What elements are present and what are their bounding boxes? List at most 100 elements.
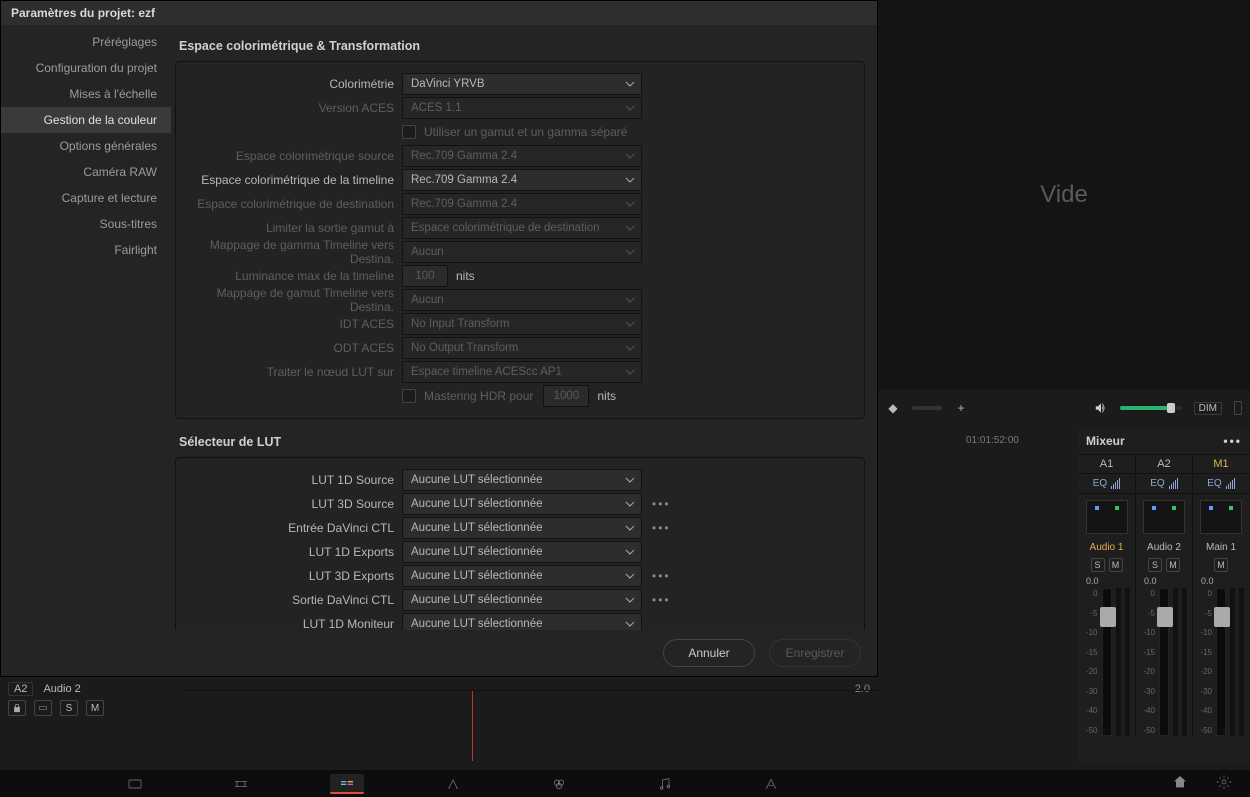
dropdown-l3dexp[interactable]: Aucune LUT sélectionnée xyxy=(402,565,642,587)
meter-toggle[interactable] xyxy=(1234,401,1242,415)
eq-button[interactable]: EQ xyxy=(1136,474,1192,494)
dropdown-outctl[interactable]: Aucune LUT sélectionnée xyxy=(402,589,642,611)
page-media-icon[interactable] xyxy=(118,774,152,794)
nav-item-color-management[interactable]: Gestion de la couleur xyxy=(1,107,171,133)
eq-button[interactable]: EQ xyxy=(1078,474,1135,494)
chevron-down-icon xyxy=(625,295,635,305)
mixer-col-header[interactable]: A2 xyxy=(1136,454,1192,474)
chevron-down-icon xyxy=(625,619,635,629)
chevron-down-icon xyxy=(625,151,635,161)
chevron-down-icon xyxy=(625,223,635,233)
mute-button[interactable]: M xyxy=(1166,558,1180,572)
dropdown-colorimetrie[interactable]: DaVinci YRVB xyxy=(402,73,642,95)
chevron-down-icon xyxy=(625,571,635,581)
pan-control[interactable] xyxy=(1200,500,1242,534)
nav-item-scaling[interactable]: Mises à l'échelle xyxy=(1,81,171,107)
chevron-down-icon xyxy=(625,343,635,353)
nav-item-camera-raw[interactable]: Caméra RAW xyxy=(1,159,171,185)
settings-icon[interactable] xyxy=(1216,774,1232,793)
zoom-slider[interactable] xyxy=(912,406,942,410)
link-icon[interactable] xyxy=(34,700,52,716)
page-deliver-icon[interactable] xyxy=(754,774,788,794)
dropdown-limit-gamut: Espace colorimétrique de destination xyxy=(402,217,642,239)
mixer-options-icon[interactable]: ••• xyxy=(1223,434,1242,448)
viewer-empty-label: Vide xyxy=(1040,181,1088,209)
mixer-title: Mixeur xyxy=(1086,434,1125,448)
cancel-button[interactable]: Annuler xyxy=(663,639,755,667)
track-tag[interactable]: A2 xyxy=(8,682,33,696)
dropdown-l1dsrc[interactable]: Aucune LUT sélectionnée xyxy=(402,469,642,491)
label-outctl: Sortie DaVinci CTL xyxy=(184,593,402,607)
nav-item-subtitles[interactable]: Sous-titres xyxy=(1,211,171,237)
dropdown-gamut-map: Aucun xyxy=(402,289,642,311)
solo-button[interactable]: S xyxy=(1091,558,1105,572)
solo-button[interactable]: S xyxy=(60,700,78,716)
fader[interactable]: 0-5-10-15-20-30-40-50 xyxy=(1198,588,1244,736)
eq-button[interactable]: EQ xyxy=(1193,474,1249,494)
fader[interactable]: 0-5-10-15-20-30-40-50 xyxy=(1141,588,1187,736)
mute-button[interactable]: M xyxy=(1214,558,1228,572)
add-icon[interactable]: + xyxy=(954,401,968,415)
label-separate-gamut: Utiliser un gamut et un gamma séparé xyxy=(424,125,627,139)
more-l3dexp-icon[interactable]: ••• xyxy=(652,569,671,583)
mixer-panel: Mixeur ••• A1EQAudio 1SM0.00-5-10-15-20-… xyxy=(1078,428,1250,764)
nav-item-presets[interactable]: Préréglages xyxy=(1,29,171,55)
dialog-footer: Annuler Enregistrer xyxy=(1,630,877,676)
more-inctl-icon[interactable]: ••• xyxy=(652,521,671,535)
gain-value: 0.0 xyxy=(1086,576,1099,586)
page-fairlight-icon[interactable] xyxy=(648,774,682,794)
nav-item-capture-playback[interactable]: Capture et lecture xyxy=(1,185,171,211)
section-colorspace-title: Espace colorimétrique & Transformation xyxy=(175,33,865,61)
marker-icon[interactable]: ◆ xyxy=(886,401,900,415)
dropdown-l1dmon[interactable]: Aucune LUT sélectionnée xyxy=(402,613,642,630)
mixer-col-header[interactable]: A1 xyxy=(1078,454,1135,474)
save-button: Enregistrer xyxy=(769,639,861,667)
more-l3dsrc-icon[interactable]: ••• xyxy=(652,497,671,511)
page-edit-icon[interactable] xyxy=(330,774,364,794)
pan-control[interactable] xyxy=(1143,500,1185,534)
chevron-down-icon xyxy=(625,319,635,329)
pan-control[interactable] xyxy=(1086,500,1128,534)
section-lut-title: Sélecteur de LUT xyxy=(175,429,865,457)
panel-lut: LUT 1D SourceAucune LUT sélectionnéeLUT … xyxy=(175,457,865,630)
volume-slider[interactable] xyxy=(1120,406,1182,410)
dialog-title: Paramètres du projet: ezf xyxy=(1,1,877,25)
input-mastering-hdr: 1000 xyxy=(543,385,589,407)
nav-item-fairlight[interactable]: Fairlight xyxy=(1,237,171,263)
chevron-down-icon xyxy=(625,475,635,485)
label-l3dsrc: LUT 3D Source xyxy=(184,497,402,511)
label-luminance-max: Luminance max de la timeline xyxy=(184,269,402,283)
dialog-nav: Préréglages Configuration du projet Mise… xyxy=(1,25,171,630)
page-color-icon[interactable] xyxy=(542,774,576,794)
dropdown-src-space: Rec.709 Gamma 2.4 xyxy=(402,145,642,167)
chevron-down-icon xyxy=(625,499,635,509)
dropdown-inctl[interactable]: Aucune LUT sélectionnée xyxy=(402,517,642,539)
dialog-content: Espace colorimétrique & Transformation C… xyxy=(171,25,877,630)
dropdown-timeline-space[interactable]: Rec.709 Gamma 2.4 xyxy=(402,169,642,191)
home-icon[interactable] xyxy=(1172,774,1188,793)
unit-nits2: nits xyxy=(597,389,616,403)
lock-icon[interactable] xyxy=(8,700,26,716)
timeline-strip[interactable] xyxy=(180,690,880,734)
checkbox-separate-gamut[interactable] xyxy=(402,125,416,139)
dropdown-l1dexp[interactable]: Aucune LUT sélectionnée xyxy=(402,541,642,563)
page-cut-icon[interactable] xyxy=(224,774,258,794)
fader[interactable]: 0-5-10-15-20-30-40-50 xyxy=(1084,588,1130,736)
mute-button[interactable]: M xyxy=(1109,558,1123,572)
nav-item-general[interactable]: Options générales xyxy=(1,133,171,159)
timeline-ruler: 01:01:52:00 xyxy=(878,435,1078,451)
dropdown-lut-node: Espace timeline ACEScc AP1 xyxy=(402,361,642,383)
dim-button[interactable]: DIM xyxy=(1194,402,1222,415)
more-outctl-icon[interactable]: ••• xyxy=(652,593,671,607)
label-inctl: Entrée DaVinci CTL xyxy=(184,521,402,535)
mute-button[interactable]: M xyxy=(86,700,104,716)
nav-item-project-config[interactable]: Configuration du projet xyxy=(1,55,171,81)
page-fusion-icon[interactable] xyxy=(436,774,470,794)
volume-icon[interactable] xyxy=(1094,401,1108,415)
solo-button[interactable]: S xyxy=(1148,558,1162,572)
playhead[interactable] xyxy=(472,691,473,761)
dropdown-l3dsrc[interactable]: Aucune LUT sélectionnée xyxy=(402,493,642,515)
label-limit-gamut: Limiter la sortie gamut à xyxy=(184,221,402,235)
label-colorimetrie: Colorimétrie xyxy=(184,77,402,91)
mixer-col-header[interactable]: M1 xyxy=(1193,454,1249,474)
